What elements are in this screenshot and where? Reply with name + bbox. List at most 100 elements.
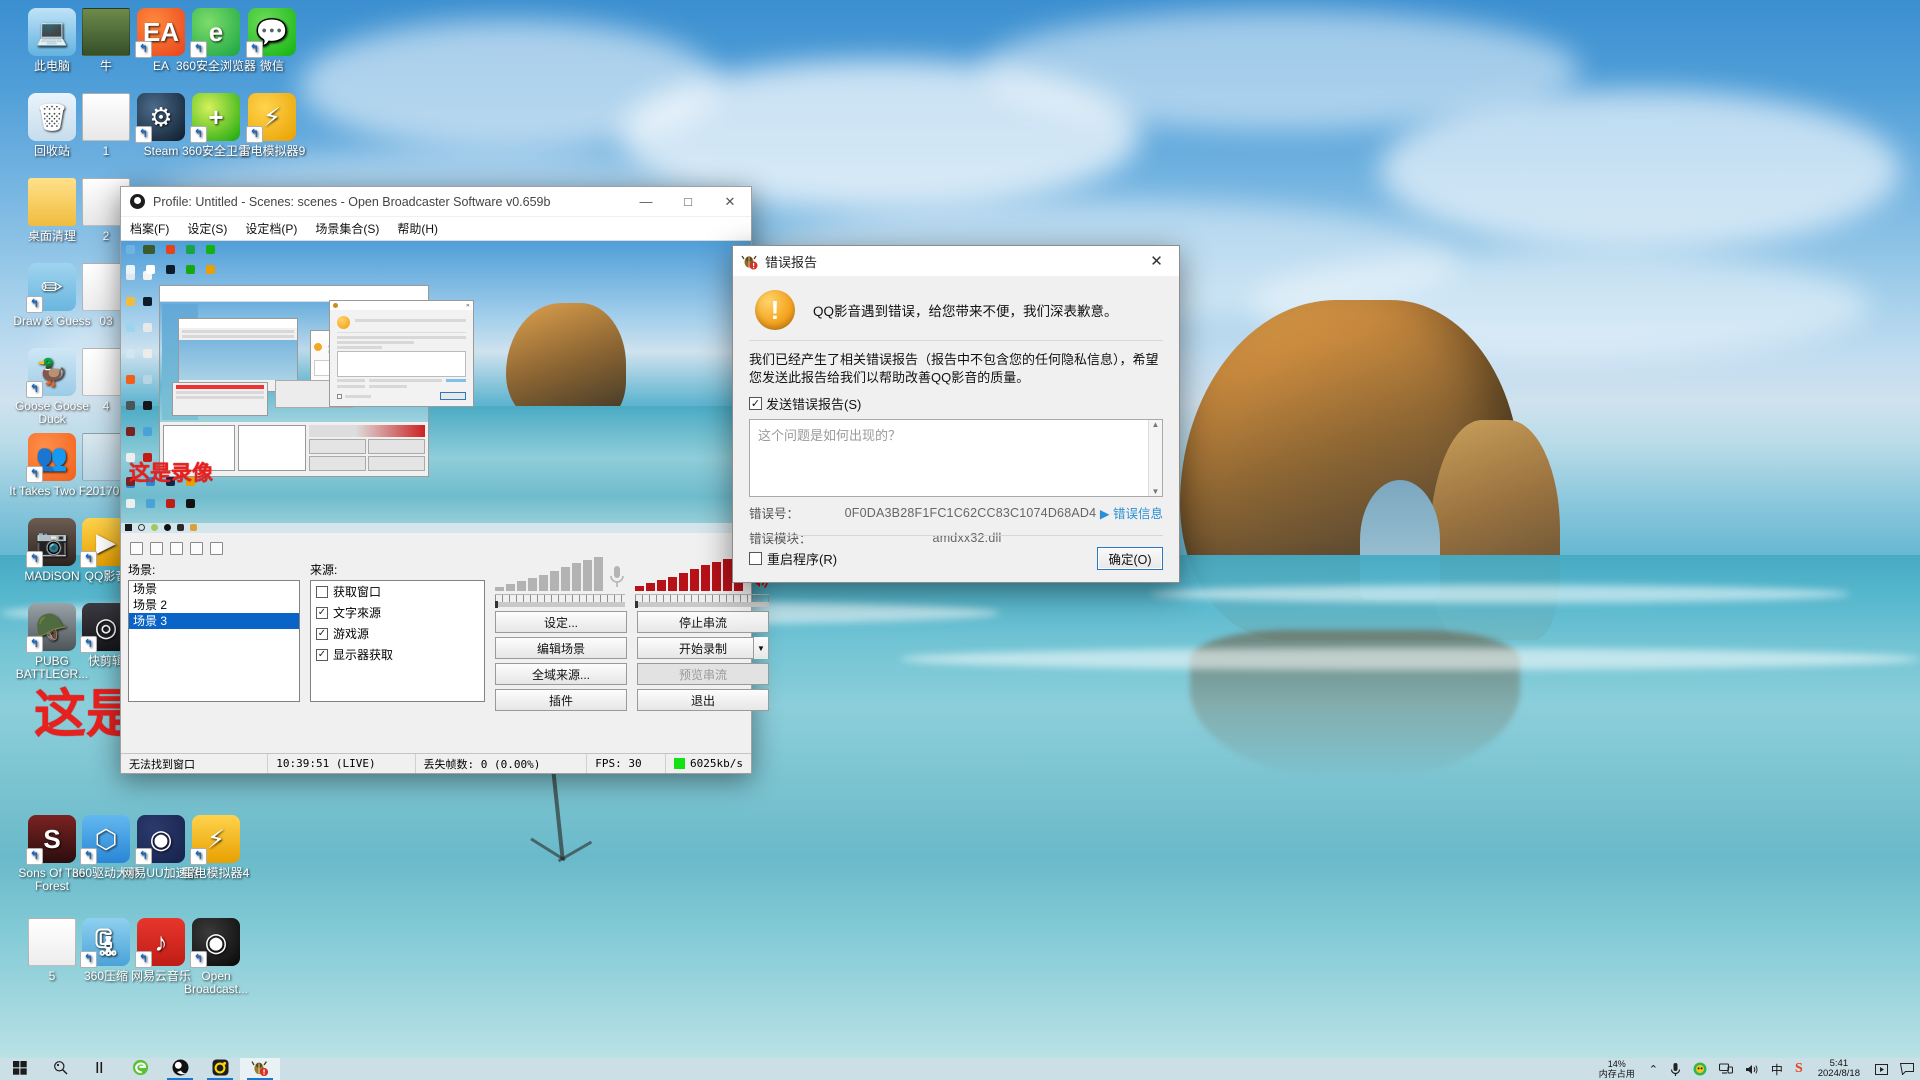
level-bar	[528, 578, 537, 591]
obs-menu-item-3[interactable]: 场景集合(S)	[315, 220, 379, 237]
obs-minimize-button[interactable]: —	[625, 187, 667, 216]
error-info-link[interactable]: ▶ 错误信息	[1100, 503, 1163, 522]
nested-desktop-icon	[143, 323, 152, 332]
microphone-level-bars	[495, 557, 603, 591]
problem-description-textarea[interactable]: 这个问题是如何出现的？ ▲ ▼	[749, 419, 1163, 497]
start-button[interactable]	[0, 1058, 40, 1080]
obs-menu-item-2[interactable]: 设定档(P)	[245, 220, 297, 237]
nested-desktop-icon	[146, 477, 155, 486]
obs-toolbar[interactable]	[128, 539, 744, 557]
restart-checkbox-row[interactable]: 重启程序(R)	[749, 549, 837, 568]
desktop-icon-ldplayer4-icon[interactable]: ⚡雷电模拟器4	[172, 815, 260, 880]
obs-taskbar-button[interactable]	[160, 1058, 200, 1080]
error-report-dialog[interactable]: 错误报告 ✕ ! QQ影音遇到错误，给您带来不便，我们深表歉意。 我们已经产生了…	[732, 245, 1180, 583]
desktop-icon-obs-icon[interactable]: ◉Open Broadcast...	[172, 918, 260, 996]
ime-indicator[interactable]: 中	[1765, 1058, 1789, 1080]
source-item[interactable]: 获取窗口	[311, 581, 484, 602]
restart-checkbox[interactable]	[749, 552, 762, 565]
source-checkbox[interactable]: ✓	[316, 627, 328, 640]
edit-scene-button[interactable]: 编辑场景	[495, 637, 627, 659]
qq-player-icon	[212, 1059, 229, 1079]
toolbar-scene-icon[interactable]	[130, 541, 143, 555]
system-tray[interactable]: 14% 内存占用 ⌃ 中 S 5:41 2024/8/18	[1591, 1058, 1920, 1080]
level-bar	[572, 563, 581, 591]
desktop[interactable]: 💻此电脑牛EAEAe360安全浏览器💬微信🗑回收站1⚙Steam+360安全卫士…	[0, 0, 1920, 1058]
qq-player-taskbar-button[interactable]	[200, 1058, 240, 1080]
microphone-icon	[610, 566, 624, 587]
global-sources-button[interactable]: 全域来源...	[495, 663, 627, 685]
nested-desktop-icon	[126, 323, 135, 332]
scene-item[interactable]: 场景 2	[129, 597, 299, 613]
obs-window[interactable]: Profile: Untitled - Scenes: scenes - Ope…	[120, 186, 769, 774]
wechat-icon: 💬	[246, 8, 296, 58]
exit-button[interactable]: 退出	[637, 689, 769, 711]
plugins-button[interactable]: 插件	[495, 689, 627, 711]
obs-window-controls[interactable]: — □ ✕	[625, 187, 751, 216]
stop-stream-button[interactable]: 停止串流	[637, 611, 769, 633]
start-record-label: 开始录制	[678, 641, 727, 656]
source-item[interactable]: ✓ 文字來源	[311, 602, 484, 623]
source-item[interactable]: ✓ 游戏源	[311, 623, 484, 644]
preview-stream-button: 预览串流	[637, 663, 769, 685]
media-icon[interactable]	[1869, 1058, 1894, 1080]
source-checkbox[interactable]	[316, 585, 328, 598]
360-tray-icon[interactable]	[1687, 1058, 1713, 1080]
obs-menu-item-1[interactable]: 设定(S)	[187, 220, 227, 237]
clock[interactable]: 5:41 2024/8/18	[1809, 1059, 1869, 1079]
obs-action-buttons[interactable]: 设定... 停止串流 编辑场景 开始录制 ▼ 全域来源... 预览串流 插件 退…	[495, 611, 769, 711]
error-dialog-titlebar[interactable]: 错误报告 ✕	[733, 246, 1179, 276]
source-checkbox[interactable]: ✓	[316, 648, 328, 661]
settings-button[interactable]: 设定...	[495, 611, 627, 633]
record-dropdown-arrow-icon[interactable]: ▼	[753, 637, 768, 659]
desktop-icon-wechat-icon[interactable]: 💬微信	[228, 8, 316, 73]
network-icon[interactable]	[1713, 1058, 1739, 1080]
scenes-listbox[interactable]: 场景 场景 2 场景 3	[128, 580, 300, 702]
obs-maximize-button[interactable]: □	[667, 187, 709, 216]
sogou-input-icon[interactable]: S	[1789, 1058, 1809, 1080]
audio-meters	[495, 557, 769, 608]
volume-icon[interactable]	[1739, 1058, 1765, 1080]
ok-button[interactable]: 确定(O)	[1097, 547, 1163, 570]
notification-icon[interactable]	[1894, 1058, 1920, 1080]
desktop-icon-ldplayer9-icon[interactable]: ⚡雷电模拟器9	[228, 93, 316, 158]
task-view-button[interactable]	[80, 1058, 120, 1080]
toolbar-mixer-icon[interactable]	[210, 541, 223, 555]
microphone-meter[interactable]	[495, 557, 625, 608]
error-dialog-close-button[interactable]: ✕	[1134, 247, 1179, 276]
start-record-button[interactable]: 开始录制 ▼	[637, 637, 769, 659]
obs-preview-canvas[interactable]: ✕ 这是录像	[121, 241, 751, 533]
error-dialog-footer[interactable]: 重启程序(R) 确定(O)	[733, 537, 1179, 582]
obs-body[interactable]: 场景: 场景 场景 2 场景 3 来源: 获取窗口 ✓ 文字來源 ✓ 游戏源 ✓ 显示器获取	[121, 533, 769, 711]
obs-titlebar[interactable]: Profile: Untitled - Scenes: scenes - Ope…	[121, 187, 751, 217]
obs-logo-icon	[130, 194, 145, 209]
obs-close-button[interactable]: ✕	[709, 187, 751, 216]
toolbar-transition-icon[interactable]	[170, 541, 183, 555]
sources-listbox[interactable]: 获取窗口 ✓ 文字來源 ✓ 游戏源 ✓ 显示器获取	[310, 580, 485, 702]
taskbar-items[interactable]	[0, 1058, 280, 1080]
edge-browser-button[interactable]	[120, 1058, 160, 1080]
microphone-tray-icon[interactable]	[1664, 1058, 1687, 1080]
source-item[interactable]: ✓ 显示器获取	[311, 644, 484, 665]
taskbar[interactable]: 14% 内存占用 ⌃ 中 S 5:41 2024/8/18	[0, 1058, 1920, 1080]
textarea-scrollbar[interactable]: ▲ ▼	[1148, 420, 1162, 496]
obs-menu-item-0[interactable]: 档案(F)	[130, 220, 169, 237]
toolbar-source-icon[interactable]	[150, 541, 163, 555]
scene-item[interactable]: 场景 3	[129, 613, 299, 629]
send-report-checkbox-row[interactable]: ✓ 发送错误报告(S)	[733, 387, 1179, 419]
source-checkbox[interactable]: ✓	[316, 606, 328, 619]
nested-desktop-icon	[206, 245, 215, 254]
toolbar-settings-icon[interactable]	[190, 541, 203, 555]
obs-menu-item-4[interactable]: 帮助(H)	[397, 220, 438, 237]
scene-item[interactable]: 场景	[129, 581, 299, 597]
send-report-checkbox[interactable]: ✓	[749, 397, 762, 410]
speaker-volume-slider[interactable]	[635, 601, 769, 608]
obs-menubar[interactable]: 档案(F) 设定(S) 设定档(P) 场景集合(S) 帮助(H)	[121, 217, 751, 241]
level-bar	[679, 573, 688, 591]
search-button[interactable]	[40, 1058, 80, 1080]
microphone-volume-slider[interactable]	[495, 601, 625, 608]
textarea-placeholder: 这个问题是如何出现的？	[758, 428, 902, 443]
level-bar	[668, 577, 677, 591]
obs-statusbar: 无法找到窗口 10:39:51 (LIVE) 丢失帧数: 0 (0.00%) F…	[121, 753, 751, 773]
error-report-taskbar-button[interactable]	[240, 1058, 280, 1080]
tray-chevron-icon[interactable]: ⌃	[1643, 1058, 1664, 1080]
